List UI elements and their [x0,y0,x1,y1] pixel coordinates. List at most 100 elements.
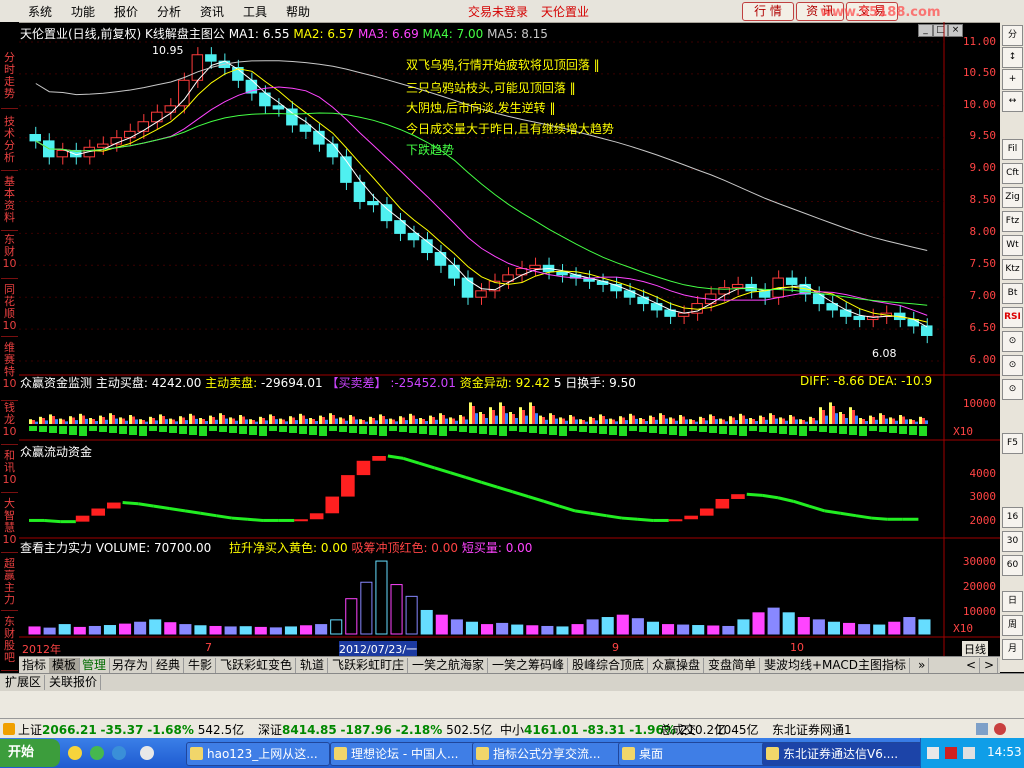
monitor-bar [635,418,638,424]
left-tab-intraday[interactable]: 分时走势 [1,52,18,109]
tab-navigator[interactable]: 一笑之航海家 [409,658,489,673]
flow-down-segment [762,493,779,500]
left-tab-weisaite[interactable]: 维赛特10 [1,342,18,401]
tool-btn-fil[interactable]: Fil [1002,139,1023,160]
task-formula-share[interactable]: 指标公式分享交流... [472,742,630,766]
period-30[interactable]: 30 [1002,531,1023,552]
menu-function[interactable]: 功能 [71,3,95,20]
left-tab-guba[interactable]: 东财股吧 [1,616,18,671]
quote-button[interactable]: 行 情 [742,2,794,21]
tab-niuying[interactable]: 牛影 [185,658,217,673]
tool-btn-3[interactable]: + [1002,69,1023,90]
force-bar [315,624,328,635]
tab-rainbow-color[interactable]: 飞跃彩虹变色 [217,658,297,673]
left-tab-hexun[interactable]: 和讯10 [1,450,18,493]
task-forum[interactable]: 理想论坛 - 中国人... [330,742,482,766]
period-week[interactable]: 周 [1002,615,1023,636]
monitor-bar [829,402,832,424]
pattern-annotation-3: 大阴烛,后市向淡,发生逆转 ‖ [406,101,556,115]
monitor-bar [329,413,332,424]
left-tab-qianlong[interactable]: 钱龙10 [1,402,18,445]
watermark-logo: www.55188.com [820,5,941,20]
tool-btn-wt[interactable]: Wt [1002,235,1023,256]
chat-icon[interactable] [90,746,104,760]
monitor-bar [292,417,295,424]
flow-down-segment [606,514,623,520]
monitor-bar [862,419,865,424]
left-tab-eastmoney[interactable]: 东财10 [1,234,18,279]
tabs-next-icon[interactable]: > [981,658,999,673]
left-tab-chaoying[interactable]: 超赢主力 [1,558,18,611]
tool-btn-rsi[interactable]: RSI [1002,307,1023,328]
tab-change-simple[interactable]: 变盘简单 [705,658,761,673]
sz-index[interactable]: 深证8414.85 -187.96 -2.18% 502.5亿 [258,721,492,738]
task-tdx[interactable]: 东北证券通达信V6.... [762,742,926,766]
network-status[interactable]: 东北证券网通1 [772,721,852,738]
tab-zhongying[interactable]: 众赢操盘 [649,658,705,673]
tool-btn-15[interactable]: ⊙ [1002,379,1023,400]
monitor-bar [582,420,585,424]
tabs-more-icon[interactable]: » [915,658,930,673]
tool-btn-cft[interactable]: Cft [1002,163,1023,184]
tray-icon-3[interactable] [963,747,975,759]
period-day[interactable]: 日 [1002,591,1023,612]
monitor-bar [449,426,457,431]
monitor-bar [462,416,465,424]
left-tab-ths[interactable]: 同花顺10 [1,284,18,337]
monitor-bar [879,413,882,424]
start-button[interactable]: 开始 [0,739,60,767]
tab-fibonacci-macd[interactable]: 斐波均线+MACD主图指标 [761,658,911,673]
left-tab-fundamentals[interactable]: 基本资料 [1,176,18,231]
tool-btn-14[interactable]: ⊙ [1002,355,1023,376]
tray-icon-2[interactable] [945,747,957,759]
period-60[interactable]: 60 [1002,555,1023,576]
tab-save-as[interactable]: 另存为 [109,658,153,673]
tab-template[interactable]: 模板 [49,658,81,673]
media-icon[interactable] [140,746,154,760]
tool-btn-4[interactable]: ↔ [1002,91,1023,112]
tab-rainbow-watch[interactable]: 飞跃彩虹盯庄 [329,658,409,673]
sh-index[interactable]: 上证2066.21 -35.37 -1.68% 542.5亿 [18,721,244,738]
force-bar [662,624,675,635]
menu-analysis[interactable]: 分析 [157,3,181,20]
tool-btn-1[interactable]: 分 [1002,25,1023,46]
menu-tools[interactable]: 工具 [243,3,267,20]
flow-down-segment [855,514,872,520]
qq-icon[interactable] [68,746,82,760]
tool-btn-ktz[interactable]: Ktz [1002,259,1023,280]
tool-btn-zig[interactable]: Zig [1002,187,1023,208]
tab-indicator[interactable]: 指标 [19,658,51,673]
tab-track[interactable]: 轨道 [297,658,329,673]
menu-system[interactable]: 系统 [28,3,52,20]
tab-manage[interactable]: 管理 [79,658,111,673]
period-month[interactable]: 月 [1002,639,1023,660]
task-desktop[interactable]: 桌面 [618,742,770,766]
monitor-bar [275,419,278,424]
alert-icon[interactable] [994,723,1006,735]
task-hao123[interactable]: hao123_上网从这... [186,742,330,766]
monitor-bar [729,426,737,435]
tool-btn-bt[interactable]: Bt [1002,283,1023,304]
menu-help[interactable]: 帮助 [286,3,310,20]
tab-top-bottom[interactable]: 股峰综合顶底 [569,658,649,673]
ie-icon[interactable] [112,746,126,760]
trade-login-status[interactable]: 交易未登录 [468,3,528,20]
monitor-bar [145,421,148,424]
tab-classic[interactable]: 经典 [153,658,185,673]
ext-tab-related[interactable]: 关联报价 [46,675,102,690]
tray-icon-1[interactable] [927,747,939,759]
tool-btn-2[interactable]: ↕ [1002,47,1023,68]
period-16[interactable]: 16 [1002,507,1023,528]
left-tab-dzh[interactable]: 大智慧10 [1,498,18,553]
tab-chip-peak[interactable]: 一笑之筹码峰 [489,658,569,673]
monitor-bar [132,416,135,424]
tool-btn-ftz[interactable]: Ftz [1002,211,1023,232]
monitor-bar [339,417,342,424]
tabs-prev-icon[interactable]: < [963,658,981,673]
ext-tab-area[interactable]: 扩展区 [2,675,46,690]
tool-btn-13[interactable]: ⊙ [1002,331,1023,352]
tool-btn-f5[interactable]: F5 [1002,433,1023,454]
left-tab-technical[interactable]: 技术分析 [1,116,18,171]
menu-news[interactable]: 资讯 [200,3,224,20]
menu-quote[interactable]: 报价 [114,3,138,20]
